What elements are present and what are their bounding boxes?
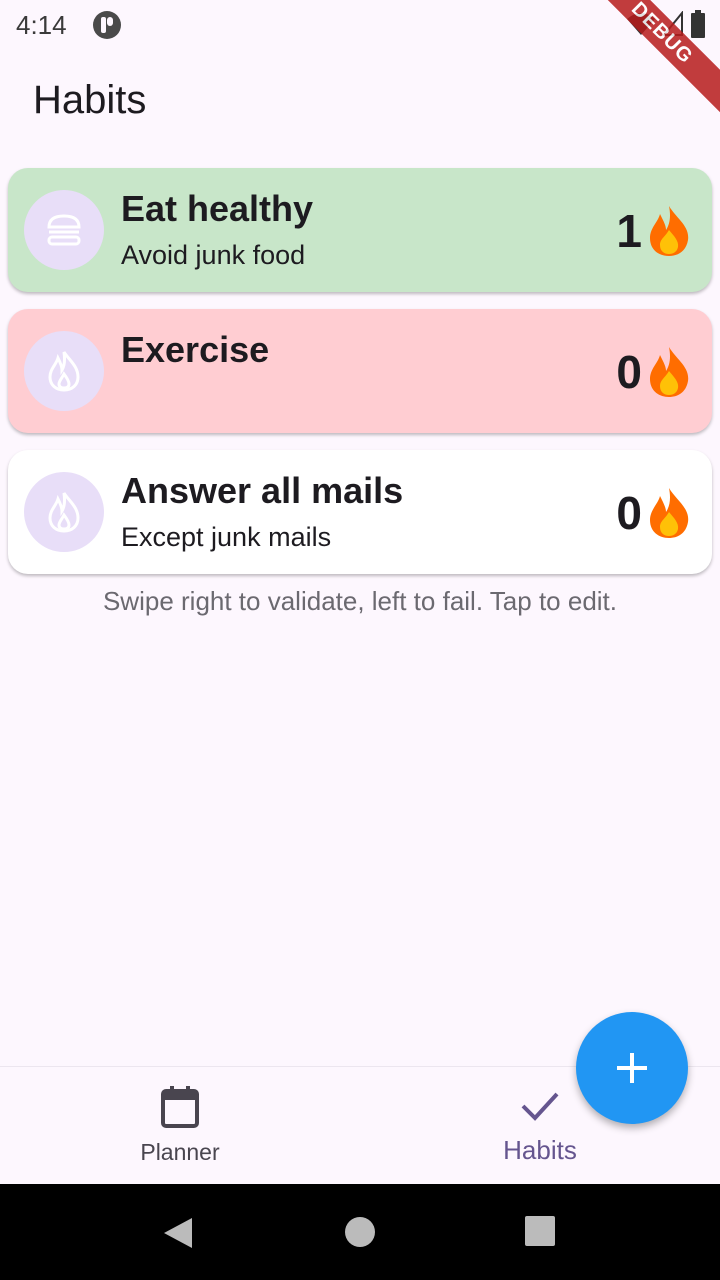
nav-item-planner[interactable]: Planner — [0, 1067, 360, 1185]
fire-icon — [650, 347, 689, 397]
nav-label-habits: Habits — [503, 1135, 577, 1165]
habit-streak: 1 — [616, 204, 692, 258]
add-habit-button[interactable] — [576, 1012, 688, 1124]
recents-icon[interactable] — [525, 1216, 555, 1246]
habit-list: Eat healthy Avoid junk food 1 Exercise 0 — [8, 168, 712, 591]
burger-icon — [47, 214, 81, 246]
habit-icon-circle — [24, 331, 104, 411]
status-bar: 4:14 DEBUG — [0, 0, 720, 122]
habit-streak: 0 — [616, 486, 692, 540]
fire-icon — [650, 206, 689, 256]
app-notification-icon — [93, 11, 121, 39]
plus-icon — [617, 1053, 647, 1083]
nav-label-planner: Planner — [140, 1139, 220, 1165]
status-time: 4:14 — [16, 10, 67, 40]
habit-streak: 0 — [616, 345, 692, 399]
habit-card-eat-healthy[interactable]: Eat healthy Avoid junk food 1 — [8, 168, 712, 292]
fire-icon — [650, 488, 689, 538]
calendar-icon — [161, 1086, 199, 1128]
habit-title: Exercise — [121, 329, 270, 370]
habit-card-exercise[interactable]: Exercise 0 — [8, 309, 712, 433]
battery-icon — [691, 10, 705, 38]
home-icon[interactable] — [344, 1216, 376, 1248]
streak-count: 0 — [616, 487, 642, 539]
habit-subtitle: Avoid junk food — [121, 240, 306, 270]
page-title: Habits — [33, 78, 147, 122]
streak-count: 1 — [616, 205, 642, 257]
check-icon — [521, 1092, 559, 1121]
streak-count: 0 — [616, 346, 642, 398]
habit-card-answer-all-mails[interactable]: Answer all mails Except junk mails 0 — [8, 450, 712, 574]
system-navigation-bar — [0, 1184, 720, 1280]
instruction-hint: Swipe right to validate, left to fail. T… — [102, 586, 618, 616]
back-icon[interactable] — [162, 1216, 194, 1250]
habit-title: Eat healthy — [121, 188, 314, 229]
habit-title: Answer all mails — [121, 470, 404, 511]
flame-icon — [48, 351, 80, 392]
habit-icon-circle — [24, 472, 104, 552]
habit-icon-circle — [24, 190, 104, 270]
habit-subtitle: Except junk mails — [121, 522, 332, 552]
flame-icon — [48, 492, 80, 533]
